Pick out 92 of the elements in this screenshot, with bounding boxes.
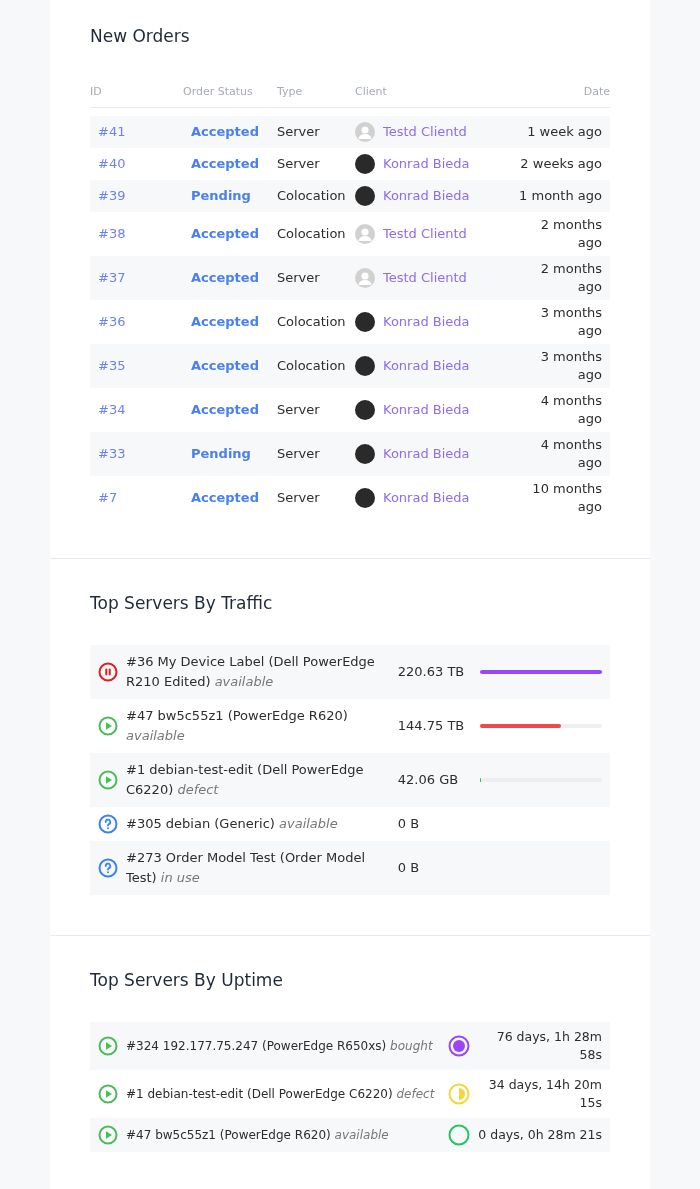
server-name: #273 Order Model Test (Order Model Test) in use	[126, 848, 366, 887]
client-link[interactable]: Konrad Bieda	[383, 399, 470, 420]
play-icon	[98, 769, 118, 790]
order-type: Server	[277, 269, 320, 285]
order-status: Pending	[191, 445, 251, 461]
uptime-value: 76 days, 1h 28m 58s	[495, 1027, 602, 1064]
play-icon	[98, 1124, 118, 1145]
server-name: #324 192.177.75.247 (PowerEdge R650xs) bought	[126, 1037, 434, 1055]
order-id-link[interactable]: #41	[98, 123, 126, 139]
order-id-link[interactable]: #34	[98, 401, 126, 417]
section-title: Top Servers By Traffic	[90, 592, 274, 613]
column-header: Order Status	[183, 85, 253, 98]
column-header: ID	[90, 85, 102, 98]
section-title: New Orders	[90, 26, 191, 46]
avatar-placeholder	[355, 311, 375, 332]
order-type: Colocation	[277, 225, 346, 241]
order-status: Accepted	[191, 123, 259, 139]
order-date: 1 month ago	[519, 186, 602, 205]
client-link[interactable]: Testd Clientd	[383, 267, 467, 288]
order-status: Accepted	[191, 401, 259, 417]
order-id-link[interactable]: #38	[98, 225, 126, 241]
column-header: Type	[277, 85, 303, 98]
play-icon	[98, 1083, 118, 1104]
client-link[interactable]: Konrad Bieda	[383, 355, 470, 376]
order-date: 4 months ago	[539, 435, 602, 472]
order-id-link[interactable]: #7	[98, 489, 118, 505]
user-silhouette-icon	[355, 223, 375, 244]
order-type: Server	[277, 123, 320, 139]
order-date: 2 weeks ago	[520, 154, 602, 173]
order-date: 3 months ago	[539, 347, 602, 384]
pause-icon	[98, 661, 118, 682]
order-id-link[interactable]: #37	[98, 269, 126, 285]
server-name: #1 debian-test-edit (Dell PowerEdge C6220) defect	[126, 1085, 436, 1103]
order-id-link[interactable]: #35	[98, 357, 126, 373]
client-link[interactable]: Testd Clientd	[383, 223, 467, 244]
order-date: 1 week ago	[527, 122, 602, 141]
order-status: Accepted	[191, 155, 259, 171]
order-status: Accepted	[191, 225, 259, 241]
server-name: #305 debian (Generic) available	[126, 814, 339, 833]
order-type: Colocation	[277, 357, 346, 373]
client-link[interactable]: Konrad Bieda	[383, 311, 470, 332]
order-id-link[interactable]: #33	[98, 445, 126, 461]
order-date: 2 months ago	[539, 259, 602, 296]
order-id-link[interactable]: #39	[98, 187, 126, 203]
avatar-placeholder	[355, 153, 375, 174]
help-icon	[98, 813, 118, 834]
traffic-amount: 42.06 GB	[397, 770, 460, 789]
avatar-placeholder	[355, 185, 375, 206]
uptime-value: 34 days, 14h 20m 15s	[487, 1075, 602, 1112]
client-link[interactable]: Konrad Bieda	[383, 153, 470, 174]
avatar-placeholder	[355, 355, 375, 376]
server-name: #47 bw5c55z1 (PowerEdge R620) available	[126, 706, 349, 745]
server-name: #47 bw5c55z1 (PowerEdge R620) available	[126, 1126, 390, 1144]
client-link[interactable]: Testd Clientd	[383, 121, 467, 142]
order-date: 10 months ago	[531, 479, 602, 516]
traffic-amount: 0 B	[397, 814, 421, 833]
column-header: Client	[355, 85, 387, 98]
order-type: Server	[277, 155, 320, 171]
order-type: Colocation	[277, 187, 346, 203]
client-link[interactable]: Konrad Bieda	[383, 487, 470, 508]
order-status: Accepted	[191, 489, 259, 505]
order-date: 2 months ago	[539, 215, 602, 252]
avatar-placeholder	[355, 443, 375, 464]
uptime-value: 0 days, 0h 28m 21s	[478, 1125, 602, 1144]
avatar-placeholder	[355, 487, 375, 508]
user-silhouette-icon	[355, 267, 375, 288]
order-type: Server	[277, 489, 320, 505]
order-id-link[interactable]: #36	[98, 313, 126, 329]
client-link[interactable]: Konrad Bieda	[383, 443, 470, 464]
order-type: Colocation	[277, 313, 346, 329]
traffic-amount: 220.63 TB	[397, 662, 466, 681]
order-date: 3 months ago	[539, 303, 602, 340]
server-name: #1 debian-test-edit (Dell PowerEdge C6220) defect	[126, 760, 365, 799]
order-status: Accepted	[191, 313, 259, 329]
order-date: 4 months ago	[539, 391, 602, 428]
server-name: #36 My Device Label (Dell PowerEdge R210 Edited) available	[126, 652, 376, 691]
order-type: Server	[277, 445, 320, 461]
traffic-amount: 144.75 TB	[397, 716, 466, 735]
traffic-amount: 0 B	[397, 858, 421, 877]
avatar-placeholder	[355, 399, 375, 420]
section-title: Top Servers By Uptime	[90, 969, 284, 990]
order-id-link[interactable]: #40	[98, 155, 126, 171]
column-header: Date	[583, 85, 610, 98]
client-link[interactable]: Konrad Bieda	[383, 185, 470, 206]
order-status: Pending	[191, 187, 251, 203]
order-status: Accepted	[191, 269, 259, 285]
help-icon	[98, 857, 118, 878]
order-status: Accepted	[191, 357, 259, 373]
order-type: Server	[277, 401, 320, 417]
user-silhouette-icon	[355, 121, 375, 142]
play-icon	[98, 1035, 118, 1056]
play-icon	[98, 715, 118, 736]
